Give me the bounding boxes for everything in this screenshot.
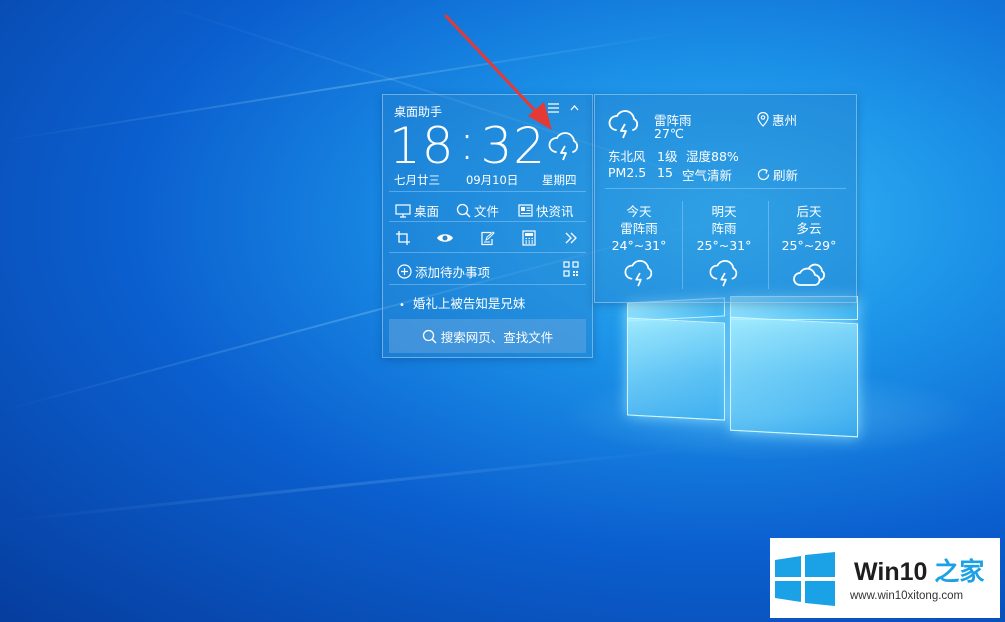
nav-files[interactable]: 文件 (456, 201, 499, 220)
note-bullet: • (399, 300, 405, 311)
search-icon (422, 329, 437, 344)
watermark-title: Win10 之家 (854, 552, 984, 588)
location-pin-icon (757, 112, 769, 127)
note-item[interactable]: • 婚礼上被告知是兄妹 (399, 293, 525, 312)
refresh-icon (756, 167, 771, 182)
thunderstorm-icon[interactable] (547, 131, 581, 163)
forecast-tomorrow[interactable]: 明天 阵雨 25°~31° (684, 203, 764, 289)
add-todo-label: 添加待办事项 (415, 265, 491, 280)
desktop-assistant-panel: 桌面助手 18:32 七月廿三 09月10日 星期四 桌面 文件 快资讯 添加待… (382, 94, 593, 358)
qr-code-icon[interactable] (563, 261, 579, 277)
news-icon (518, 204, 533, 217)
nav-news[interactable]: 快资讯 (518, 201, 574, 220)
eye-icon[interactable] (435, 229, 455, 247)
forecast-condition: 阵雨 (711, 221, 737, 236)
search-bar-label: 搜索网页、查找文件 (440, 329, 554, 345)
wind-level: 1级 (657, 149, 678, 164)
location-button[interactable]: 惠州 (757, 110, 797, 129)
nav-desktop-label: 桌面 (414, 204, 440, 219)
forecast-condition: 雷阵雨 (620, 221, 658, 236)
double-chevron-right-icon[interactable] (561, 229, 581, 247)
weekday: 星期四 (542, 173, 577, 187)
watermark-title-main: Win10 (854, 558, 928, 586)
location-label: 惠州 (772, 113, 798, 128)
forecast-condition: 多云 (796, 221, 822, 236)
humidity: 湿度88% (686, 149, 739, 164)
forecast-range: 25°~31° (696, 238, 752, 253)
plus-circle-icon (397, 264, 412, 279)
forecast-day: 今天 (626, 204, 652, 219)
thunderstorm-icon (599, 259, 679, 289)
wind-direction: 东北风 (608, 149, 646, 164)
lunar-date: 七月廿三 (394, 173, 440, 187)
nav-news-label: 快资讯 (536, 204, 574, 219)
refresh-label: 刷新 (773, 168, 799, 183)
search-icon (456, 203, 471, 218)
weather-panel: 雷阵雨 27℃ 惠州 东北风 1级 湿度88% PM2.5 15 空气清新 刷新… (594, 94, 857, 303)
air-quality: 空气清新 (682, 168, 733, 183)
collapse-icon[interactable] (569, 102, 580, 114)
watermark: Win10 之家 www.win10xitong.com (770, 538, 1000, 618)
nav-files-label: 文件 (474, 204, 500, 219)
watermark-title-accent: 之家 (927, 558, 985, 586)
thunderstorm-icon (607, 109, 641, 141)
date: 09月10日 (466, 173, 519, 187)
forecast-day: 后天 (796, 204, 822, 219)
forecast-day: 明天 (711, 204, 737, 219)
note-text: 婚礼上被告知是兄妹 (412, 296, 526, 311)
nav-desktop[interactable]: 桌面 (395, 201, 439, 220)
divider (389, 191, 586, 192)
pm25-value: 15 (657, 165, 673, 180)
cloudy-icon (769, 259, 849, 289)
add-todo-button[interactable]: 添加待办事项 (397, 262, 490, 281)
edit-icon[interactable] (477, 229, 497, 247)
crop-icon[interactable] (393, 229, 413, 247)
pm25-label: PM2.5 (608, 165, 647, 180)
current-temperature: 27℃ (654, 126, 684, 141)
forecast-range: 24°~31° (611, 238, 667, 253)
forecast-today[interactable]: 今天 雷阵雨 24°~31° (599, 203, 679, 289)
watermark-url: www.win10xitong.com (850, 590, 964, 602)
divider (605, 188, 846, 189)
annotation-arrow (444, 14, 552, 130)
divider (389, 284, 586, 285)
calculator-icon[interactable] (519, 229, 539, 247)
divider (682, 201, 683, 289)
search-bar[interactable]: 搜索网页、查找文件 (389, 319, 586, 353)
divider (389, 252, 586, 253)
thunderstorm-icon (684, 259, 764, 289)
monitor-icon (395, 203, 411, 218)
forecast-day-after[interactable]: 后天 多云 25°~29° (769, 203, 849, 289)
forecast-range: 25°~29° (781, 238, 837, 253)
windows-logo-icon (773, 552, 837, 606)
refresh-button[interactable]: 刷新 (756, 165, 798, 184)
divider (389, 221, 586, 222)
